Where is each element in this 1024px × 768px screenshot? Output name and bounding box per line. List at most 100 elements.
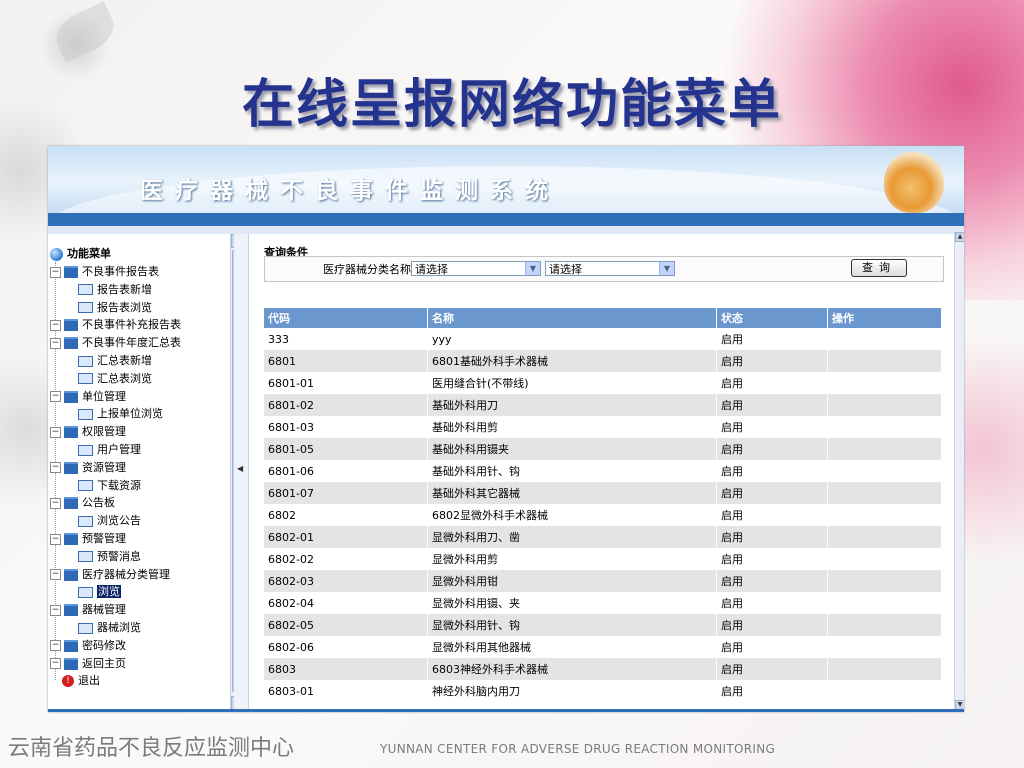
cell-action (827, 658, 942, 680)
footer-cn: 云南省药品不良反应监测中心 (8, 736, 295, 761)
expand-toggle-icon[interactable]: − (50, 533, 61, 545)
folder-icon (64, 390, 78, 403)
content-scrollbar[interactable]: ▲ ▼ (954, 232, 964, 710)
tree-item[interactable]: 汇总表新增 (64, 353, 152, 369)
tree-item[interactable]: 上报单位浏览 (64, 406, 163, 422)
folder-icon (64, 533, 78, 545)
expand-toggle-icon[interactable]: − (50, 640, 61, 652)
cell-code: 6801-06 (264, 460, 428, 482)
cell-action (827, 614, 942, 636)
slide-title: 在线呈报网络功能菜单 (241, 75, 782, 135)
col-name-header[interactable]: 名称 (427, 308, 717, 328)
cell-code: 6802-02 (264, 548, 428, 570)
tree-item[interactable]: ! 退出 (50, 673, 100, 689)
query-button[interactable]: 查询 (851, 259, 907, 277)
tree-item[interactable]: 用户管理 (64, 442, 141, 458)
tree-item[interactable]: − 不良事件报告表 (50, 264, 159, 280)
tree-item[interactable]: − 不良事件年度汇总表 (50, 335, 181, 351)
tree-item-label: 浏览 (97, 585, 121, 599)
document-icon (78, 515, 93, 527)
cell-status: 启用 (716, 372, 828, 394)
tree-item[interactable]: 下载资源 (64, 478, 141, 494)
table-row[interactable]: 6802-02 显微外科用剪 启用 (264, 548, 942, 570)
table-row[interactable]: 6803-01 神经外科脑内用刀 启用 (264, 680, 942, 702)
table-row[interactable]: 6802-05 显微外科用针、钩 启用 (264, 614, 942, 636)
cell-code: 6802-04 (264, 592, 428, 614)
collapse-arrow-icon: ◀ (237, 464, 244, 473)
tree-item[interactable]: 预警消息 (64, 549, 141, 565)
expand-toggle-icon[interactable]: − (50, 266, 61, 278)
table-row[interactable]: 6801-05 基础外科用镊夹 启用 (264, 438, 942, 460)
tree-item[interactable]: 器械浏览 (64, 620, 141, 636)
table-row[interactable]: 6803 6803神经外科手术器械 启用 (264, 658, 942, 680)
cell-action (827, 460, 942, 482)
cell-action (827, 328, 942, 350)
sidebar-collapse-handle[interactable]: ◀ (234, 234, 249, 712)
cell-status: 启用 (716, 526, 828, 548)
tree-item[interactable]: − 密码修改 (50, 638, 126, 654)
tree-item[interactable]: 报告表新增 (64, 282, 152, 298)
table-row[interactable]: 6801-07 基础外科其它器械 启用 (264, 482, 942, 504)
table-row[interactable]: 6802 6802显微外科手术器械 启用 (264, 504, 942, 526)
document-icon (78, 302, 93, 314)
category-table: 代码 名称 状态 操作 333 yyy 启用 6801 6801基础外科手术器械 启用 68… (264, 308, 942, 702)
select-2-value: 请选择 (549, 263, 582, 276)
cell-action (827, 438, 942, 460)
tree-item[interactable]: − 权限管理 (50, 424, 126, 440)
col-code-header[interactable]: 代码 (264, 308, 428, 328)
expand-toggle-icon[interactable]: − (50, 658, 61, 670)
tree-root[interactable]: 功能菜单 (50, 246, 111, 262)
chevron-down-icon[interactable]: ▼ (659, 262, 674, 275)
col-action-header[interactable]: 操作 (827, 308, 942, 328)
scroll-up-icon[interactable]: ▲ (955, 232, 964, 242)
table-row[interactable]: 6802-06 显微外科用其他器械 启用 (264, 636, 942, 658)
tree-item[interactable]: − 资源管理 (50, 460, 126, 476)
table-row[interactable]: 6801-01 医用缝合针(不带线) 启用 (264, 372, 942, 394)
tree-root-label: 功能菜单 (67, 247, 111, 260)
cell-action (827, 372, 942, 394)
category-select-1[interactable]: 请选择 ▼ (411, 261, 541, 276)
expand-toggle-icon[interactable]: − (50, 337, 61, 349)
table-row[interactable]: 333 yyy 启用 (264, 328, 942, 350)
table-row[interactable]: 6801 6801基础外科手术器械 启用 (264, 350, 942, 372)
expand-toggle-icon[interactable]: − (50, 391, 61, 403)
expand-toggle-icon[interactable]: − (50, 426, 61, 438)
tree-item[interactable]: − 单位管理 (50, 389, 126, 405)
tree-item-label: 单位管理 (82, 389, 126, 403)
table-header-row: 代码 名称 状态 操作 (264, 308, 942, 328)
tree-item[interactable]: 报告表浏览 (64, 300, 152, 316)
table-row[interactable]: 6802-01 显微外科用刀、凿 启用 (264, 526, 942, 548)
expand-toggle-icon[interactable]: − (50, 604, 61, 616)
tree-item[interactable]: 汇总表浏览 (64, 371, 152, 387)
tree-item[interactable]: − 返回主页 (50, 656, 126, 672)
tree-item-label: 用户管理 (97, 443, 141, 456)
cell-action (827, 680, 942, 702)
cell-action (827, 592, 942, 614)
col-status-header[interactable]: 状态 (716, 308, 828, 328)
table-row[interactable]: 6801-02 基础外科用刀 启用 (264, 394, 942, 416)
cell-name: 显微外科用其他器械 (427, 636, 717, 658)
expand-toggle-icon[interactable]: − (50, 497, 61, 509)
tree-item[interactable]: 浏览公告 (64, 513, 141, 529)
tree-item-label: 浏览公告 (97, 514, 141, 528)
table-row[interactable]: 6802-03 显微外科用钳 启用 (264, 570, 942, 592)
category-select-2[interactable]: 请选择 ▼ (545, 261, 675, 276)
app-title: 医疗器械不良事件监测系统 (140, 178, 560, 204)
tree-item[interactable]: − 公告板 (50, 495, 115, 511)
expand-toggle-icon[interactable]: − (50, 462, 61, 474)
tree-item[interactable]: − 医疗器械分类管理 (50, 567, 170, 583)
expand-toggle-icon[interactable]: − (50, 569, 61, 581)
table-row[interactable]: 6801-03 基础外科用剪 启用 (264, 416, 942, 438)
function-menu-tree: 功能菜单 ▲ ▼ −不良事件报告表报告表新增报告表浏览−不良事件补充报告表−不良… (48, 234, 245, 712)
tree-item-label: 资源管理 (82, 460, 126, 474)
tree-item[interactable]: − 不良事件补充报告表 (50, 317, 181, 333)
tree-item[interactable]: − 预警管理 (50, 531, 126, 547)
cell-name: 显微外科用剪 (427, 548, 717, 570)
chevron-down-icon[interactable]: ▼ (525, 262, 540, 275)
table-row[interactable]: 6802-04 显微外科用镊、夹 启用 (264, 592, 942, 614)
tree-item[interactable]: 浏览 (64, 584, 121, 600)
tree-item[interactable]: − 器械管理 (50, 602, 126, 618)
table-row[interactable]: 6801-06 基础外科用针、钩 启用 (264, 460, 942, 482)
expand-toggle-icon[interactable]: − (50, 319, 61, 331)
tree-item-label: 汇总表新增 (97, 354, 152, 367)
